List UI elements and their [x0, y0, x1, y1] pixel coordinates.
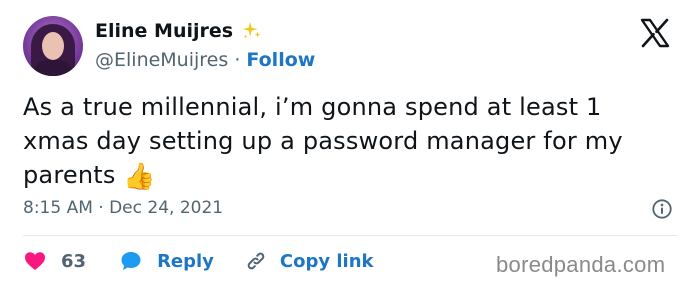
- tweet-body: As a true millennial, i’m gonna spend at…: [23, 93, 623, 189]
- display-name[interactable]: Eline Muijres: [95, 20, 233, 42]
- handle[interactable]: @ElineMuijres: [95, 49, 228, 71]
- link-icon: [247, 252, 265, 270]
- follow-button[interactable]: Follow: [246, 49, 315, 71]
- watermark: boredpanda.com: [496, 252, 666, 277]
- copy-link-button[interactable]: Copy link: [244, 249, 374, 273]
- action-bar: 63 Reply Copy link: [23, 249, 374, 273]
- avatar[interactable]: [23, 16, 83, 76]
- tweet-text: As a true millennial, i’m gonna spend at…: [23, 90, 673, 194]
- timestamp[interactable]: 8:15 AM · Dec 24, 2021: [23, 198, 223, 218]
- handle-row: @ElineMuijres · Follow: [95, 49, 315, 71]
- like-count: 63: [61, 250, 87, 272]
- copy-link-label: Copy link: [279, 250, 374, 272]
- reply-button[interactable]: Reply: [119, 249, 244, 273]
- avatar-shirt: [33, 60, 73, 76]
- like-button[interactable]: 63: [23, 249, 119, 273]
- info-icon[interactable]: [651, 198, 673, 220]
- display-name-row: Eline Muijres: [95, 20, 263, 42]
- x-logo-icon[interactable]: [640, 18, 670, 48]
- separator: ·: [234, 49, 241, 71]
- reply-bubble-icon: [121, 252, 141, 270]
- sparkle-icon: [242, 21, 261, 39]
- avatar-face: [42, 32, 64, 60]
- divider: [23, 235, 678, 236]
- reply-label: Reply: [157, 250, 214, 272]
- thumbs-up-icon: 👍: [123, 162, 156, 192]
- heart-icon: [25, 252, 45, 270]
